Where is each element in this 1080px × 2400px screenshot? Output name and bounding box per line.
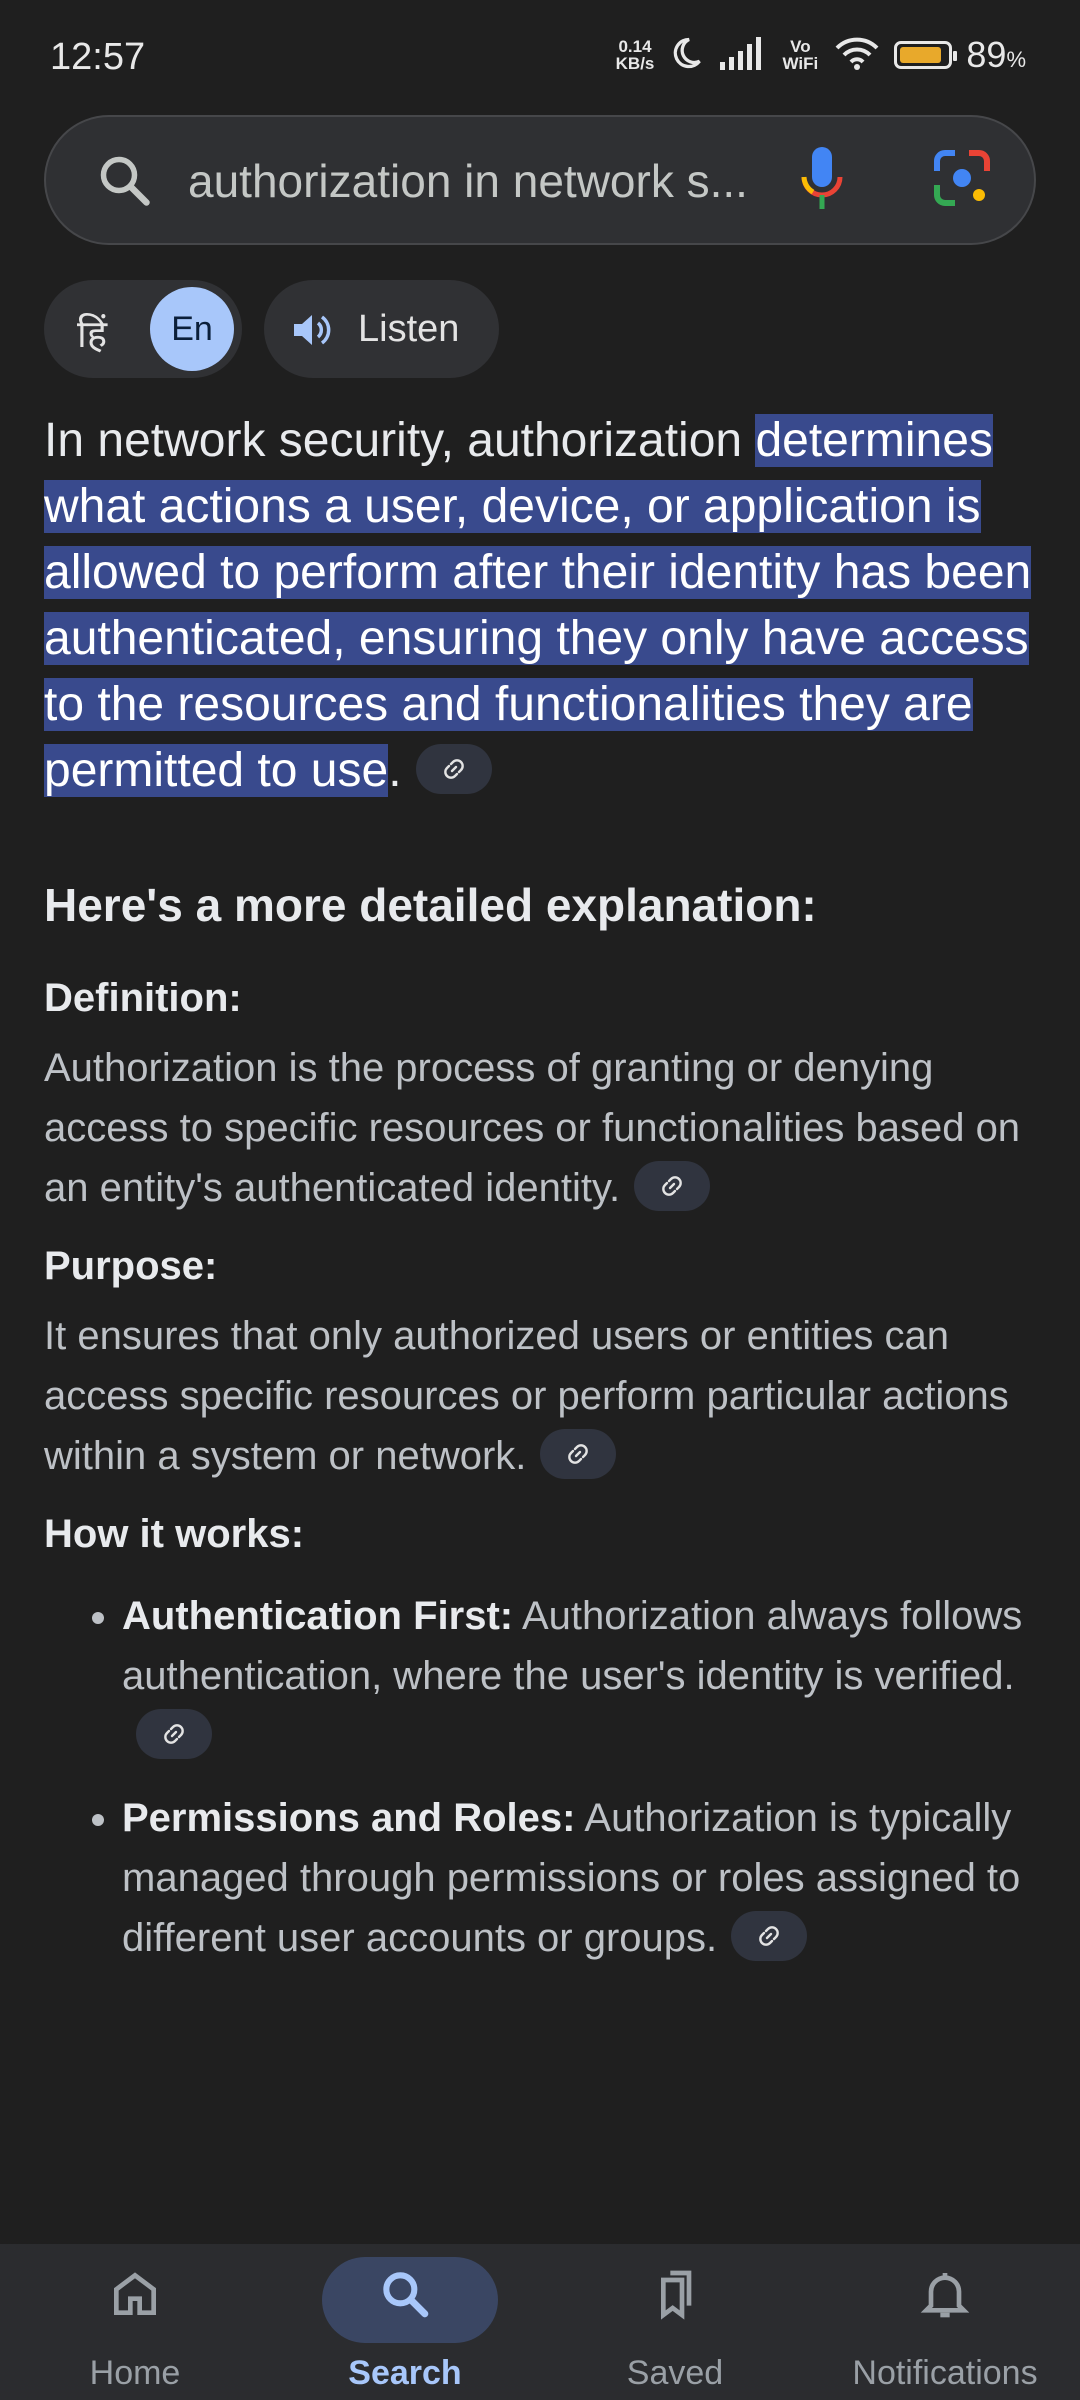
source-link-button[interactable] xyxy=(731,1911,808,1962)
answer-lead: In network security, authorization deter… xyxy=(44,414,1032,797)
source-link-button[interactable] xyxy=(415,744,492,795)
speaker-icon xyxy=(290,310,334,355)
source-link-button[interactable] xyxy=(634,1161,711,1212)
answer-lead-intro: In network security, authorization xyxy=(44,414,756,467)
how-it-works-list: Authentication First: Authorization alwa… xyxy=(44,1586,1044,1968)
search-icon xyxy=(270,2266,540,2327)
battery-level xyxy=(900,47,942,63)
ai-answer: In network security, authorization deter… xyxy=(44,408,1044,1990)
status-icons: 0.14 KB/s Vo WiFi 89% xyxy=(616,34,1026,76)
nav-label: Saved xyxy=(626,2354,724,2392)
battery-icon xyxy=(894,41,958,69)
language-hindi-option[interactable]: हिं xyxy=(77,307,107,359)
network-speed-value: 0.14 xyxy=(618,37,652,56)
list-item: Permissions and Roles: Authorization is … xyxy=(122,1788,1044,1968)
nav-label: Notifications xyxy=(852,2354,1038,2392)
nav-label: Search xyxy=(348,2354,462,2392)
source-link-button[interactable] xyxy=(540,1429,617,1480)
status-bar: 12:57 0.14 KB/s Vo WiFi 89% xyxy=(0,0,1080,120)
how-it-works-label: How it works: xyxy=(44,1512,305,1556)
battery-percent: 89% xyxy=(966,34,1026,75)
network-speed-unit: KB/s xyxy=(615,54,655,73)
lens-icon[interactable] xyxy=(931,147,993,214)
definition-text: Authorization is the process of granting… xyxy=(44,1046,1021,1212)
nav-notifications[interactable]: Notifications xyxy=(810,2244,1080,2400)
nav-search[interactable]: Search xyxy=(270,2244,540,2400)
bookmarks-icon xyxy=(540,2266,810,2327)
list-item: Authentication First: Authorization alwa… xyxy=(122,1586,1044,1766)
search-input[interactable]: authorization in network s... xyxy=(188,154,748,208)
moon-icon xyxy=(668,35,704,76)
nav-label: Home xyxy=(89,2354,181,2392)
purpose-label: Purpose: xyxy=(44,1244,218,1288)
definition-label: Definition: xyxy=(44,976,242,1020)
nav-saved[interactable]: Saved xyxy=(540,2244,810,2400)
microphone-icon[interactable] xyxy=(796,143,848,224)
home-icon xyxy=(0,2266,270,2327)
signal-icon xyxy=(718,36,766,75)
language-toggle[interactable]: हिं En xyxy=(44,280,242,378)
vowifi-icon: Vo WiFi xyxy=(782,37,819,73)
source-link-button[interactable] xyxy=(136,1709,212,1760)
purpose-text: It ensures that only authorized users or… xyxy=(44,1314,1009,1480)
network-speed: 0.14 KB/s xyxy=(616,38,655,72)
search-bar[interactable]: authorization in network s... xyxy=(44,115,1036,245)
status-time: 12:57 xyxy=(50,36,146,78)
search-icon xyxy=(94,150,154,215)
section-heading: Here's a more detailed explanation: xyxy=(44,879,817,931)
answer-highlighted-text: determines what actions a user, device, … xyxy=(44,414,1032,797)
wifi-icon xyxy=(834,35,880,76)
language-english-option[interactable]: En xyxy=(150,287,234,371)
listen-label: Listen xyxy=(358,308,460,350)
bell-icon xyxy=(810,2266,1080,2327)
bottom-navigation: Home Search Saved Notifications xyxy=(0,2244,1080,2400)
listen-button[interactable]: Listen xyxy=(264,280,499,378)
nav-home[interactable]: Home xyxy=(0,2244,270,2400)
